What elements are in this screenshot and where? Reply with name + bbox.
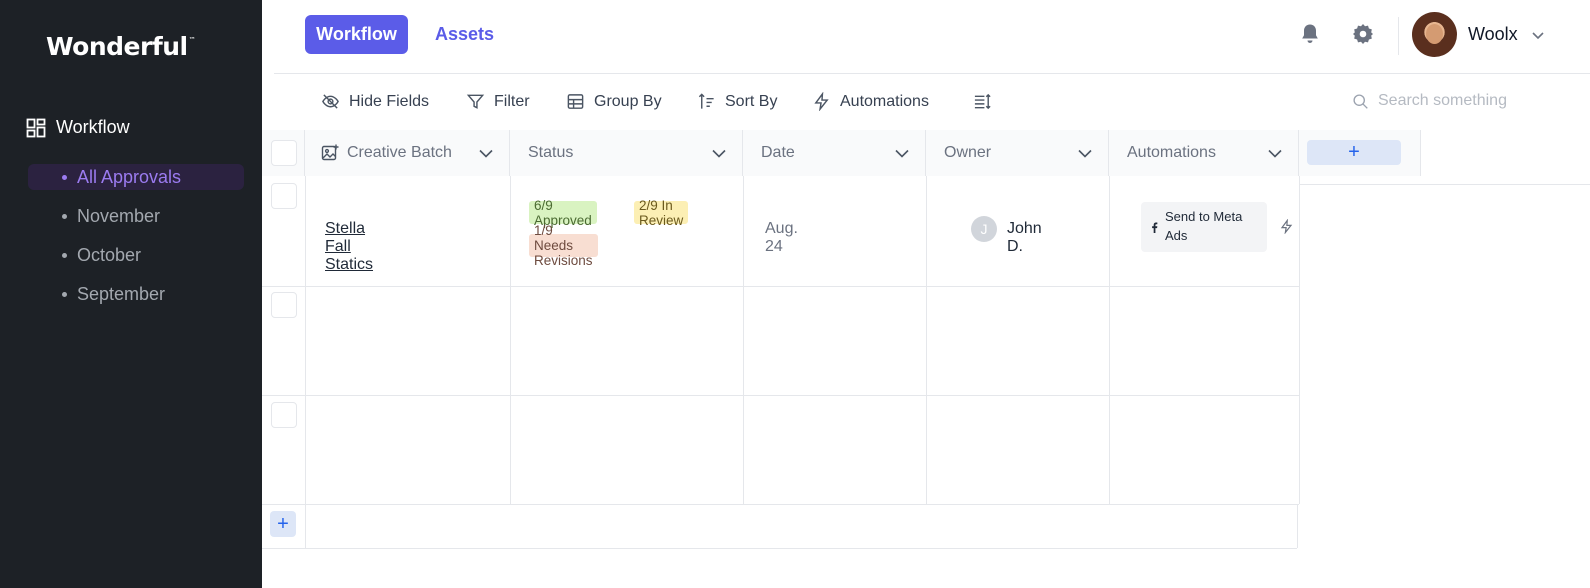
column-label: Owner — [944, 144, 992, 161]
hide-fields-button[interactable]: Hide Fields — [321, 92, 429, 111]
send-to-meta-ads-button[interactable]: Send to Meta Ads — [1141, 202, 1267, 252]
search-icon — [1353, 93, 1368, 109]
row-checkbox[interactable] — [271, 292, 297, 318]
divider — [926, 176, 927, 504]
chevron-down-icon[interactable] — [893, 144, 911, 162]
creative-batch-link[interactable]: Stella Fall Statics — [325, 220, 373, 274]
sidebar-item-label: October — [77, 244, 142, 265]
eye-off-icon — [322, 94, 339, 109]
sidebar-item-september[interactable]: September — [28, 281, 244, 307]
hide-fields-label: Hide Fields — [349, 92, 430, 110]
search-input[interactable] — [1378, 92, 1528, 110]
row-checkbox[interactable] — [271, 183, 297, 209]
table-icon — [567, 94, 584, 109]
top-header: Workflow Assets Woolx — [274, 0, 1590, 74]
filter-label: Filter — [494, 92, 530, 110]
column-label: Date — [761, 144, 795, 161]
bell-icon[interactable] — [1298, 22, 1322, 46]
add-row-button[interactable]: + — [270, 511, 296, 537]
row-checkbox[interactable] — [271, 402, 297, 428]
sidebar: Wonderful™ Workflow All Approvals Novemb… — [0, 0, 262, 588]
group-by-button[interactable]: Group By — [566, 92, 662, 111]
column-header-owner[interactable]: Owner — [926, 130, 1109, 176]
owner-avatar: J — [971, 216, 997, 242]
automation-label: Send to Meta Ads — [1165, 209, 1243, 243]
divider — [305, 176, 306, 548]
status-badge-in-review: 2/9 In Review — [634, 198, 689, 228]
dashboard-grid-icon — [26, 118, 46, 137]
user-avatar[interactable] — [1412, 12, 1457, 57]
chevron-down-icon[interactable] — [710, 144, 728, 162]
divider — [262, 286, 1299, 287]
brand-name: Wonderful — [46, 32, 188, 61]
facebook-icon — [1152, 221, 1158, 233]
column-label: Automations — [1127, 144, 1216, 161]
chevron-down-icon[interactable] — [1266, 144, 1284, 162]
column-header-status[interactable]: Status — [510, 130, 743, 176]
column-label: Status — [528, 144, 574, 161]
user-name[interactable]: Woolx — [1468, 24, 1518, 45]
automations-button[interactable]: Automations — [812, 92, 929, 111]
chevron-down-icon[interactable] — [1530, 27, 1546, 43]
brand-logo[interactable]: Wonderful™ — [46, 32, 196, 61]
chevron-down-icon[interactable] — [1076, 144, 1094, 162]
search-box[interactable] — [1352, 92, 1528, 110]
tab-workflow[interactable]: Workflow — [305, 15, 408, 54]
filter-icon — [466, 94, 485, 109]
column-header-date[interactable]: Date — [743, 130, 926, 176]
column-header-automations[interactable]: Automations — [1109, 130, 1299, 176]
brand-trademark: ™ — [188, 36, 196, 44]
toolbar: Hide Fields Filter Group By Sort By Auto… — [262, 74, 1590, 130]
group-by-label: Group By — [594, 92, 662, 110]
sidebar-item-label: All Approvals — [77, 166, 182, 187]
row-height-button[interactable] — [973, 92, 992, 111]
divider — [262, 548, 1297, 549]
divider — [1109, 176, 1110, 504]
sort-by-label: Sort By — [725, 92, 778, 110]
lightning-icon[interactable] — [1279, 219, 1294, 234]
sidebar-section-workflow[interactable]: Workflow — [26, 117, 130, 138]
sidebar-item-label: November — [77, 205, 161, 226]
column-header-creative-batch[interactable]: Creative Batch — [305, 130, 510, 176]
tab-assets[interactable]: Assets — [425, 15, 504, 54]
automations-label: Automations — [840, 92, 929, 110]
sidebar-section-label: Workflow — [56, 117, 130, 137]
chevron-down-icon[interactable] — [477, 144, 495, 162]
date-value: Aug. 24 — [765, 220, 798, 255]
status-badge-needs-revisions: 1/9 Needs Revisions — [529, 223, 598, 268]
sidebar-item-november[interactable]: November — [28, 203, 244, 229]
owner-name: John D. — [1007, 220, 1042, 255]
row-height-icon — [974, 93, 991, 110]
status-badge-approved: 6/9 Approved — [529, 198, 597, 228]
sort-icon — [698, 93, 714, 109]
select-all-checkbox[interactable] — [271, 140, 297, 166]
divider — [262, 504, 1299, 505]
image-add-icon — [321, 144, 339, 161]
lightning-icon — [814, 92, 829, 111]
divider — [743, 176, 744, 504]
divider — [1299, 184, 1590, 185]
divider — [1299, 176, 1300, 504]
divider — [262, 395, 1299, 396]
add-column-button[interactable]: + — [1307, 140, 1401, 165]
gear-icon[interactable] — [1351, 22, 1375, 46]
sidebar-nav: All Approvals November October September — [28, 164, 244, 320]
header-divider — [1398, 17, 1399, 55]
sort-by-button[interactable]: Sort By — [697, 92, 777, 111]
sidebar-item-october[interactable]: October — [28, 242, 244, 268]
divider — [1297, 504, 1298, 548]
divider — [510, 176, 511, 504]
sidebar-item-all-approvals[interactable]: All Approvals — [28, 164, 244, 190]
sidebar-item-label: September — [77, 283, 166, 304]
filter-button[interactable]: Filter — [466, 92, 530, 111]
column-label: Creative Batch — [347, 144, 452, 161]
